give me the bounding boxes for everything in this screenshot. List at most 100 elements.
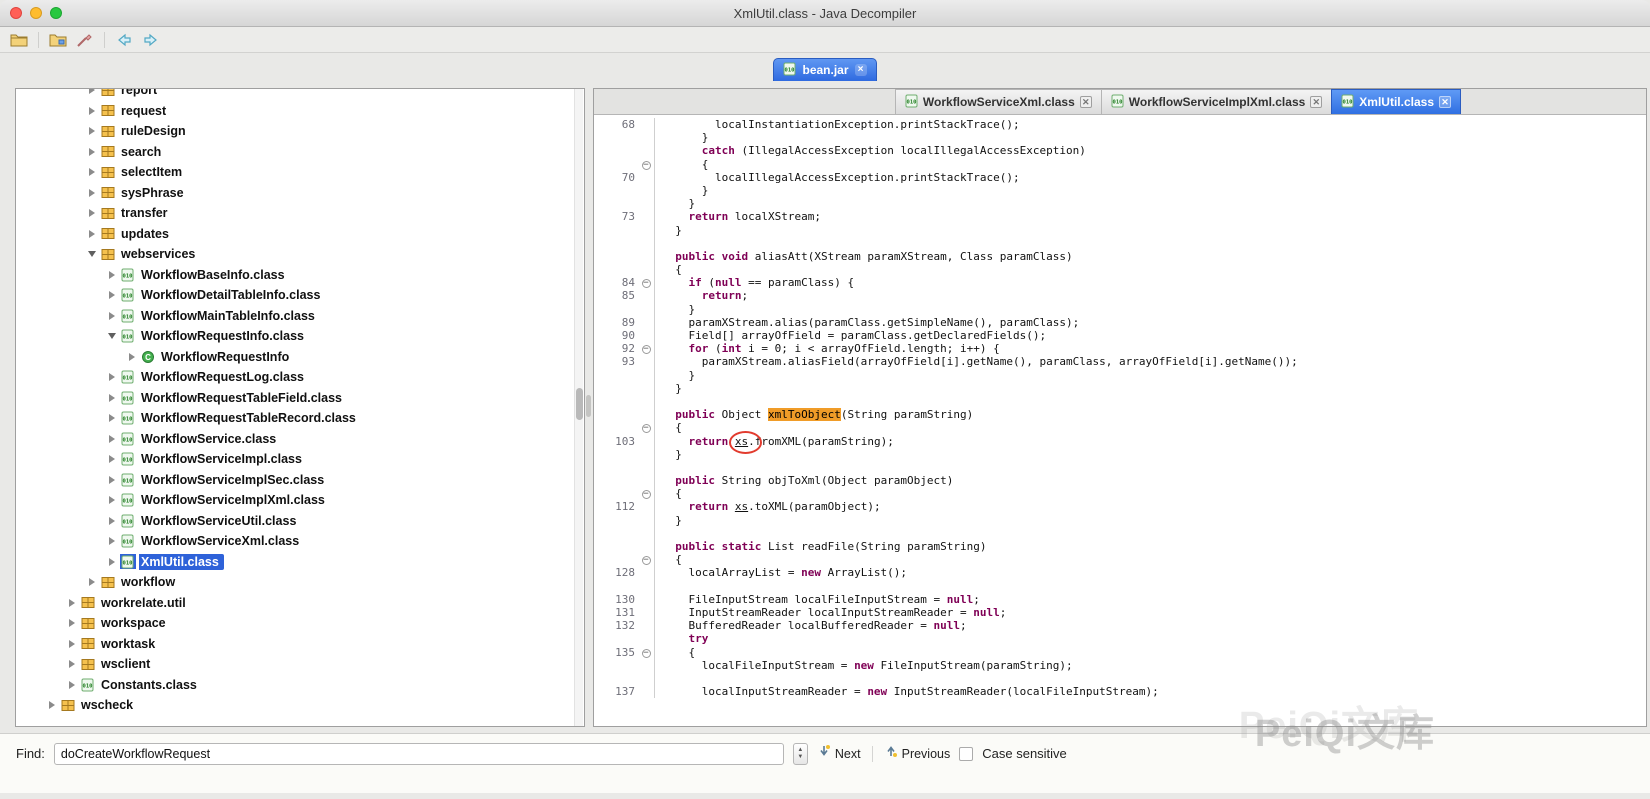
tree-item-WorkflowRequestInfo[interactable]: CWorkflowRequestInfo (16, 347, 584, 368)
tree-scrollbar-thumb[interactable] (576, 388, 583, 420)
tree-item-search[interactable]: search (16, 142, 584, 163)
chevron-right-icon[interactable] (86, 230, 98, 238)
package-tree-panel[interactable]: reportrequestruleDesignsearchselectItems… (15, 88, 585, 727)
tree-item-XmlUtil-class[interactable]: 010XmlUtil.class (16, 552, 584, 573)
tree-item-WorkflowBaseInfo-class[interactable]: 010WorkflowBaseInfo.class (16, 265, 584, 286)
editor-tab-WorkflowServiceImplXml-class[interactable]: 010WorkflowServiceImplXml.class✕ (1101, 89, 1333, 114)
close-window-button[interactable] (10, 7, 22, 19)
editor-tab-WorkflowServiceXml-class[interactable]: 010WorkflowServiceXml.class✕ (895, 89, 1102, 114)
tree-item-WorkflowService-class[interactable]: 010WorkflowService.class (16, 429, 584, 450)
tree-item-transfer[interactable]: transfer (16, 203, 584, 224)
fold-collapse-icon[interactable]: − (638, 276, 655, 289)
chevron-down-icon[interactable] (86, 251, 98, 257)
fold-collapse-icon[interactable]: − (638, 646, 655, 659)
tree-item-WorkflowServiceImpl-class[interactable]: 010WorkflowServiceImpl.class (16, 449, 584, 470)
find-previous-button[interactable]: Previous (884, 743, 951, 765)
chevron-right-icon[interactable] (86, 148, 98, 156)
chevron-right-icon[interactable] (66, 619, 78, 627)
tree-item-wscheck[interactable]: wscheck (16, 695, 584, 716)
tree-item-wsclient[interactable]: wsclient (16, 654, 584, 675)
tree-item-WorkflowRequestInfo-class[interactable]: 010WorkflowRequestInfo.class (16, 326, 584, 347)
chevron-right-icon[interactable] (66, 599, 78, 607)
close-tab-icon[interactable]: ✕ (1439, 96, 1451, 108)
chevron-right-icon[interactable] (106, 537, 118, 545)
tree-item-request[interactable]: request (16, 101, 584, 122)
chevron-right-icon[interactable] (86, 127, 98, 135)
identifier-link[interactable]: xs (735, 500, 748, 513)
tree-scrollbar[interactable] (574, 89, 583, 726)
tree-item-WorkflowServiceImplXml-class[interactable]: 010WorkflowServiceImplXml.class (16, 490, 584, 511)
tree-item-WorkflowServiceUtil-class[interactable]: 010WorkflowServiceUtil.class (16, 511, 584, 532)
tree-item-workspace[interactable]: workspace (16, 613, 584, 634)
chevron-right-icon[interactable] (86, 578, 98, 586)
chevron-right-icon[interactable] (106, 517, 118, 525)
tree-item-sysPhrase[interactable]: sysPhrase (16, 183, 584, 204)
tree-item-WorkflowServiceXml-class[interactable]: 010WorkflowServiceXml.class (16, 531, 584, 552)
tree-item-ruleDesign[interactable]: ruleDesign (16, 121, 584, 142)
tree-item-selectItem[interactable]: selectItem (16, 162, 584, 183)
fold-collapse-icon[interactable]: − (638, 487, 655, 500)
chevron-right-icon[interactable] (66, 660, 78, 668)
chevron-right-icon[interactable] (86, 189, 98, 197)
open-file-icon[interactable] (9, 31, 29, 49)
chevron-right-icon[interactable] (106, 435, 118, 443)
identifier-link[interactable]: xs (735, 435, 748, 448)
find-next-button[interactable]: Next (817, 743, 861, 765)
tree-item-report[interactable]: report (16, 88, 584, 101)
chevron-right-icon[interactable] (106, 496, 118, 504)
chevron-right-icon[interactable] (66, 640, 78, 648)
fold-collapse-icon[interactable]: − (638, 342, 655, 355)
chevron-right-icon[interactable] (106, 394, 118, 402)
code-view[interactable]: 68 localInstantiationException.printStac… (594, 115, 1646, 726)
editor-tab-XmlUtil-class[interactable]: 010XmlUtil.class✕ (1331, 89, 1461, 114)
forward-icon[interactable] (141, 31, 161, 49)
fold-collapse-icon[interactable]: − (638, 553, 655, 566)
code-text: Field[] arrayOfField = paramClass.getDec… (655, 329, 1046, 342)
find-input[interactable] (54, 743, 784, 765)
line-number: 128 (594, 566, 638, 579)
chevron-right-icon[interactable] (106, 455, 118, 463)
panel-splitter[interactable] (585, 88, 593, 727)
minimize-window-button[interactable] (30, 7, 42, 19)
jar-tab-close-icon[interactable]: × (855, 64, 867, 76)
chevron-right-icon[interactable] (86, 168, 98, 176)
tree-item-WorkflowDetailTableInfo-class[interactable]: 010WorkflowDetailTableInfo.class (16, 285, 584, 306)
close-tab-icon[interactable]: ✕ (1080, 96, 1092, 108)
fold-collapse-icon[interactable]: − (638, 158, 655, 171)
tree-item-WorkflowServiceImplSec-class[interactable]: 010WorkflowServiceImplSec.class (16, 470, 584, 491)
chevron-right-icon[interactable] (106, 476, 118, 484)
chevron-right-icon[interactable] (106, 271, 118, 279)
tree-item-updates[interactable]: updates (16, 224, 584, 245)
chevron-right-icon[interactable] (66, 681, 78, 689)
chevron-right-icon[interactable] (106, 312, 118, 320)
back-icon[interactable] (114, 31, 134, 49)
chevron-down-icon[interactable] (106, 333, 118, 339)
tree-item-WorkflowRequestTableField-class[interactable]: 010WorkflowRequestTableField.class (16, 388, 584, 409)
find-history-stepper[interactable]: ▲▼ (793, 743, 808, 765)
tree-item-Constants-class[interactable]: 010Constants.class (16, 675, 584, 696)
tree-item-webservices[interactable]: webservices (16, 244, 584, 265)
chevron-right-icon[interactable] (86, 107, 98, 115)
chevron-right-icon[interactable] (106, 414, 118, 422)
search-icon[interactable] (75, 31, 95, 49)
jar-tab[interactable]: 010 bean.jar × (773, 58, 876, 81)
tree-item-WorkflowMainTableInfo-class[interactable]: 010WorkflowMainTableInfo.class (16, 306, 584, 327)
chevron-right-icon[interactable] (106, 291, 118, 299)
case-sensitive-checkbox[interactable] (959, 747, 973, 761)
tree-item-workrelate-util[interactable]: workrelate.util (16, 593, 584, 614)
tree-item-WorkflowRequestTableRecord-class[interactable]: 010WorkflowRequestTableRecord.class (16, 408, 584, 429)
tree-item-worktask[interactable]: worktask (16, 634, 584, 655)
tree-item-workflow[interactable]: workflow (16, 572, 584, 593)
zoom-window-button[interactable] (50, 7, 62, 19)
chevron-right-icon[interactable] (46, 701, 58, 709)
chevron-right-icon[interactable] (86, 88, 98, 94)
chevron-right-icon[interactable] (86, 209, 98, 217)
fold-collapse-icon[interactable]: − (638, 421, 655, 434)
splitter-handle-icon[interactable] (586, 395, 591, 417)
chevron-right-icon[interactable] (126, 353, 138, 361)
chevron-right-icon[interactable] (106, 373, 118, 381)
chevron-right-icon[interactable] (106, 558, 118, 566)
tree-item-WorkflowRequestLog-class[interactable]: 010WorkflowRequestLog.class (16, 367, 584, 388)
close-tab-icon[interactable]: ✕ (1310, 96, 1322, 108)
open-type-icon[interactable] (48, 31, 68, 49)
